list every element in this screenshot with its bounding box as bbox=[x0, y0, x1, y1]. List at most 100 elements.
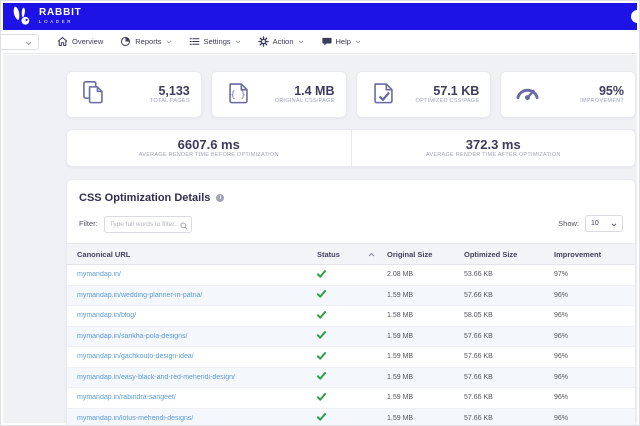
stat-card-total-pages: 5,133 TOTAL PAGES bbox=[66, 71, 202, 118]
nav-item-overview[interactable]: Overview bbox=[57, 36, 103, 47]
canonical-url-link[interactable]: mymandap.in/wedding-planner-in-patna/ bbox=[77, 292, 317, 299]
table-row: mymandap.in/lotus-mehendi-designs/ 1.59 … bbox=[67, 408, 635, 425]
improvement-value: 97% bbox=[554, 271, 569, 279]
improvement-value: 96% bbox=[554, 414, 569, 422]
chevron-down-icon bbox=[25, 33, 32, 51]
check-icon bbox=[316, 290, 327, 300]
original-size-value: 2.08 MB bbox=[387, 271, 414, 279]
css-file-icon: { } bbox=[225, 79, 252, 111]
stat-label: OPTIMIZED CSS/PAGE bbox=[415, 98, 480, 105]
brand-logo[interactable]: RABBIT LOADER bbox=[11, 6, 82, 27]
pages-icon bbox=[80, 79, 107, 111]
nav-label: Overview bbox=[72, 37, 104, 46]
original-size-value: 1.58 MB bbox=[387, 312, 414, 320]
table-row: mymandap.in/sankha-pola-designs/ 1.59 MB… bbox=[67, 326, 635, 347]
stat-label: TOTAL PAGES bbox=[149, 98, 190, 105]
status-cell bbox=[316, 290, 387, 300]
rabbit-logo-icon bbox=[11, 6, 33, 27]
stats-row: 5,133 TOTAL PAGES { } 1.4 MB ORIGINAL CS… bbox=[66, 71, 636, 118]
top-header-bar: RABBIT LOADER bbox=[3, 3, 639, 30]
render-after-value: 372.3 ms bbox=[465, 136, 521, 152]
css-details-card: CSS Optimization Details i Filter: Show:… bbox=[66, 179, 636, 425]
original-size-value: 1.59 MB bbox=[387, 332, 414, 340]
canonical-url-link[interactable]: mymandap.in/blog/ bbox=[77, 312, 317, 319]
nav-label: Settings bbox=[203, 37, 231, 46]
chevron-down-icon bbox=[166, 39, 172, 44]
table-row: mymandap.in/easy-black-and-red-mehendi-d… bbox=[67, 367, 635, 388]
stat-card-improvement: 95% IMPROVEMENT bbox=[500, 71, 636, 118]
optimized-size-value: 57.66 KB bbox=[464, 414, 493, 422]
stat-value: 95% bbox=[598, 84, 624, 99]
optimized-size-value: 57.66 KB bbox=[464, 394, 493, 402]
search-icon bbox=[180, 217, 188, 235]
check-icon bbox=[316, 413, 327, 423]
render-time-after: 372.3 ms AVERAGE RENDER TIME AFTER OPTIM… bbox=[350, 130, 636, 166]
show-label: Show: bbox=[558, 218, 579, 228]
file-check-icon bbox=[370, 79, 397, 111]
improvement-value: 96% bbox=[554, 373, 569, 381]
pie-chart-icon bbox=[120, 36, 131, 47]
stat-value: 57.1 KB bbox=[433, 84, 480, 99]
canonical-url-link[interactable]: mymandap.in/rabindra-sangeet/ bbox=[77, 394, 317, 401]
info-icon[interactable]: i bbox=[216, 194, 225, 202]
column-header-original-size[interactable]: Original Size bbox=[387, 250, 464, 259]
canonical-url-link[interactable]: mymandap.in/gachkouto-design-idea/ bbox=[77, 353, 317, 360]
column-header-optimized-size[interactable]: Optimized Size bbox=[464, 250, 554, 259]
table-row: mymandap.in/ 2.08 MB 53.66 KB 97% bbox=[67, 265, 635, 286]
canonical-url-link[interactable]: mymandap.in/lotus-mehendi-designs/ bbox=[77, 415, 317, 422]
column-header-canonical-url[interactable]: Canonical URL bbox=[77, 250, 317, 259]
render-before-label: AVERAGE RENDER TIME BEFORE OPTIMIZATION bbox=[138, 152, 279, 159]
optimized-size-value: 57.66 KB bbox=[464, 353, 493, 361]
sort-asc-icon[interactable] bbox=[368, 252, 375, 257]
gauge-icon bbox=[514, 79, 541, 111]
nav-item-help[interactable]: Help bbox=[321, 36, 361, 47]
table-body: mymandap.in/ 2.08 MB 53.66 KB 97% mymand… bbox=[67, 265, 635, 425]
stat-value: 5,133 bbox=[158, 84, 190, 99]
canonical-url-link[interactable]: mymandap.in/easy-black-and-red-mehendi-d… bbox=[77, 374, 317, 381]
chevron-down-icon bbox=[611, 214, 617, 232]
original-size-value: 1.59 MB bbox=[387, 414, 414, 422]
nav-item-settings[interactable]: Settings bbox=[189, 36, 241, 47]
status-cell bbox=[316, 310, 387, 321]
domain-select[interactable] bbox=[1, 33, 39, 51]
nav-label: Help bbox=[335, 37, 351, 46]
check-icon bbox=[316, 331, 327, 341]
nav-item-reports[interactable]: Reports bbox=[120, 36, 171, 47]
canonical-url-link[interactable]: mymandap.in/ bbox=[77, 271, 317, 278]
brand-name: RABBIT bbox=[39, 7, 82, 19]
render-before-value: 6607.6 ms bbox=[177, 136, 240, 152]
optimized-size-value: 57.66 KB bbox=[464, 291, 493, 299]
render-time-before: 6607.6 ms AVERAGE RENDER TIME BEFORE OPT… bbox=[67, 130, 351, 166]
stat-card-optimized-css: 57.1 KB OPTIMIZED CSS/PAGE bbox=[355, 71, 492, 118]
check-icon bbox=[316, 310, 327, 321]
stat-card-original-css: { } 1.4 MB ORIGINAL CSS/PAGE bbox=[210, 71, 347, 118]
nav-item-action[interactable]: Action bbox=[257, 36, 304, 47]
optimized-size-value: 57.66 KB bbox=[464, 332, 493, 340]
check-icon bbox=[316, 392, 327, 403]
check-icon bbox=[316, 269, 327, 280]
column-header-improvement[interactable]: Improvement bbox=[554, 250, 635, 259]
section-title: CSS Optimization Details bbox=[79, 192, 211, 204]
optimized-size-value: 57.66 KB bbox=[464, 373, 493, 381]
chevron-down-icon bbox=[235, 39, 241, 44]
gear-icon bbox=[257, 36, 269, 47]
chevron-down-icon bbox=[298, 39, 304, 44]
stat-value: 1.4 MB bbox=[294, 84, 335, 99]
improvement-value: 96% bbox=[554, 312, 569, 320]
filter-input[interactable] bbox=[103, 216, 192, 233]
original-size-value: 1.59 MB bbox=[387, 373, 414, 381]
avatar[interactable] bbox=[631, 10, 639, 23]
stat-label: IMPROVEMENT bbox=[580, 98, 624, 105]
check-icon bbox=[316, 351, 327, 362]
page-size-select[interactable]: 10 bbox=[585, 214, 623, 232]
column-header-status[interactable]: Status bbox=[317, 250, 387, 259]
canonical-url-link[interactable]: mymandap.in/sankha-pola-designs/ bbox=[77, 333, 317, 340]
status-cell bbox=[316, 269, 387, 280]
svg-text:{ }: { } bbox=[230, 89, 245, 99]
original-size-value: 1.59 MB bbox=[387, 353, 414, 361]
brand-subname: LOADER bbox=[39, 19, 74, 25]
status-cell bbox=[316, 331, 387, 341]
check-icon bbox=[316, 372, 327, 382]
improvement-value: 96% bbox=[554, 353, 569, 361]
status-cell bbox=[316, 372, 387, 382]
